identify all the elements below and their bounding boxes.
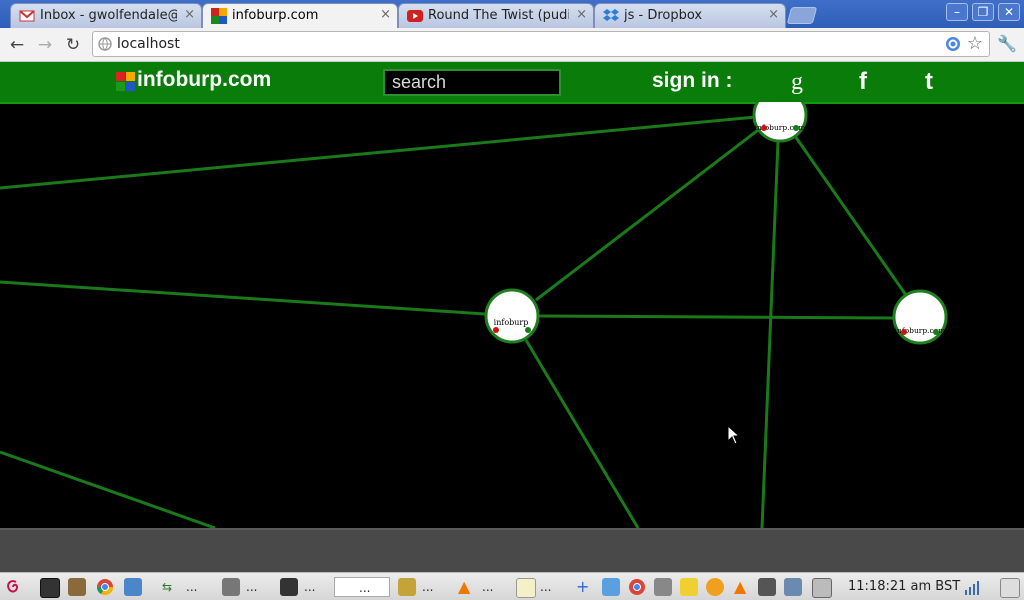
close-icon[interactable]: × [768,7,779,22]
taskbar-item[interactable]: ... [186,577,197,597]
node-red-dot[interactable] [901,329,907,335]
search-engine-icon[interactable] [945,36,961,52]
site-header: infoburp.com sign in : g f t [0,62,1024,104]
text-editor-icon[interactable] [516,578,536,598]
graph-edge [793,135,910,299]
taskbar-chrome-window[interactable]: ... [334,577,390,597]
tumblr-signin-icon[interactable]: t [915,68,943,96]
close-window-button[interactable]: ✕ [998,3,1020,21]
gmail-icon [19,10,35,22]
plus-icon[interactable]: + [576,577,589,597]
archive-icon[interactable] [398,578,416,596]
search-input[interactable] [383,69,561,96]
taskbar-item[interactable]: ... [246,577,257,597]
close-icon[interactable]: × [184,7,195,22]
youtube-icon [407,10,423,22]
paint-brush-icon[interactable] [68,578,86,596]
wifi-signal-icon[interactable] [964,578,982,596]
infoburp-logo-icon[interactable] [116,72,135,91]
tab-inbox[interactable]: Inbox - gwolfendale@gr × [10,3,202,28]
sign-in-label: sign in : [652,69,733,92]
logout-icon[interactable] [1000,578,1020,598]
url-input[interactable] [117,35,937,53]
tab-dropbox[interactable]: js - Dropbox × [594,3,786,28]
terminal-icon[interactable] [280,578,298,596]
taskbar-item[interactable]: ... [304,577,315,597]
tab-title: Round The Twist (pudilo [428,8,569,23]
usb-icon[interactable] [654,578,672,596]
tab-title: js - Dropbox [624,8,703,23]
dropbox-tray-icon[interactable] [602,578,620,596]
graph-node[interactable]: infoburp.com [892,289,948,345]
graph-edge [524,339,640,528]
chrome-icon[interactable] [96,578,114,596]
notes-icon[interactable] [680,578,698,596]
taskbar-item[interactable]: ... [482,577,493,597]
graph-edge [760,141,780,528]
bookmark-star-icon[interactable]: ☆ [967,33,983,54]
node-red-dot[interactable] [761,125,767,131]
refresh-app-icon[interactable] [124,578,142,596]
node-green-dot[interactable] [525,327,531,333]
weather-icon[interactable] [706,578,724,596]
graph-edge [0,115,757,190]
globe-icon [98,37,112,51]
back-arrow-icon[interactable]: ← [7,35,27,55]
address-bar[interactable]: ☆ [92,31,990,57]
document-icon[interactable] [222,578,240,596]
tab-round-the-twist[interactable]: Round The Twist (pudilo × [398,3,594,28]
devices-icon[interactable] [784,578,802,596]
facebook-signin-icon[interactable]: f [849,68,877,96]
desktop-taskbar: ⇆ ... ... ... ... ... ▲ ... ... + ▲ 11:1… [0,572,1024,600]
reload-icon[interactable]: ↻ [63,35,83,55]
browser-toolbar: ← → ↻ ☆ 🔧 [0,28,1024,62]
taskbar-item[interactable]: ... [422,577,433,597]
graph-canvas[interactable]: infoburp.com infoburp infoburp.com [0,102,1024,528]
minimize-button[interactable]: – [946,3,968,21]
tab-title: infoburp.com [232,8,319,23]
site-logo-text[interactable]: infoburp.com [137,68,271,92]
restore-button[interactable]: ❐ [972,3,994,21]
graph-node[interactable]: infoburp [484,288,540,344]
close-icon[interactable]: × [380,7,391,22]
debian-menu-icon[interactable] [4,578,22,596]
google-signin-icon[interactable]: g [783,68,811,96]
tab-strip: Inbox - gwolfendale@gr × infoburp.com × … [0,0,1024,29]
workspace-icon[interactable] [812,578,832,598]
network-icon[interactable]: ⇆ [162,577,172,597]
node-green-dot[interactable] [933,329,939,335]
terminal-icon[interactable] [40,578,60,598]
taskbar-item[interactable]: ... [540,577,551,597]
forward-arrow-icon[interactable]: → [35,35,55,55]
graph-edge [0,450,216,528]
node-green-dot[interactable] [793,125,799,131]
node-label: infoburp [494,318,529,327]
taskbar-item: ... [359,581,371,595]
display-icon[interactable] [758,578,776,596]
vlc-icon[interactable]: ▲ [458,577,470,597]
mouse-cursor-icon [727,425,741,445]
clock[interactable]: 11:18:21 am BST [848,577,960,597]
chrome-tray-icon[interactable] [628,578,646,596]
tab-title: Inbox - gwolfendale@gr [40,8,177,23]
vlc-tray-icon[interactable]: ▲ [734,577,746,597]
graph-node[interactable]: infoburp.com [752,102,808,143]
node-red-dot[interactable] [493,327,499,333]
infoburp-favicon [211,8,227,24]
graph-edge [535,125,763,302]
tab-infoburp[interactable]: infoburp.com × [202,3,398,29]
close-icon[interactable]: × [576,7,587,22]
graph-edge [0,280,486,316]
dropbox-icon [603,9,619,21]
page-footer-bar [0,528,1024,574]
wrench-icon[interactable]: 🔧 [997,34,1017,54]
new-tab-button[interactable] [786,7,818,24]
graph-edge [538,314,894,320]
